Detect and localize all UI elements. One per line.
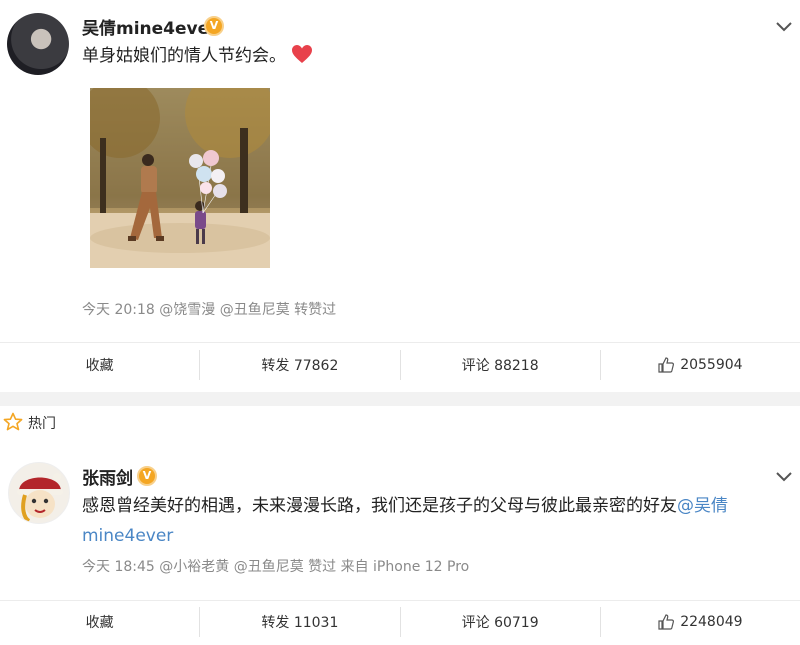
repost-label: 转发 77862 bbox=[261, 358, 339, 374]
mention-link-continued[interactable]: mine4ever bbox=[82, 526, 173, 546]
post-photo[interactable] bbox=[90, 88, 270, 268]
username[interactable]: 张雨剑 bbox=[82, 464, 133, 489]
favorite-button[interactable]: 收藏 bbox=[0, 607, 199, 637]
post-meta: 今天 18:45 @小裕老黄 @丑鱼尼莫 赞过 来自 iPhone 12 Pro bbox=[82, 559, 470, 575]
action-bar: 收藏 转发 77862 评论 88218 2055904 bbox=[0, 343, 800, 387]
repost-button[interactable]: 转发 11031 bbox=[199, 607, 399, 637]
favorite-button[interactable]: 收藏 bbox=[0, 350, 199, 380]
avatar[interactable] bbox=[8, 462, 70, 524]
chevron-down-icon[interactable] bbox=[774, 20, 794, 34]
avatar[interactable] bbox=[7, 13, 69, 75]
hot-label: 热门 bbox=[28, 416, 56, 432]
verified-badge-icon: V bbox=[137, 466, 157, 486]
avatar-cartoon-icon bbox=[17, 473, 63, 523]
repost-button[interactable]: 转发 77862 bbox=[199, 350, 399, 380]
post-text-body: 单身姑娘们的情人节约会。 bbox=[82, 46, 286, 66]
repost-label: 转发 11031 bbox=[261, 615, 339, 631]
post-1: 吴倩mine4ever V 单身姑娘们的情人节约会。 今天 20:18 @饶雪漫… bbox=[0, 0, 800, 384]
post-text: 单身姑娘们的情人节约会。 bbox=[82, 41, 313, 71]
star-icon bbox=[3, 412, 23, 431]
post-text: 感恩曾经美好的相遇，未来漫漫长路，我们还是孩子的父母与彼此最亲密的好友@吴倩 m… bbox=[82, 491, 782, 551]
thumbs-up-icon bbox=[658, 614, 675, 630]
comment-button[interactable]: 评论 88218 bbox=[399, 350, 600, 380]
photo-scene bbox=[90, 88, 270, 268]
like-count: 2248049 bbox=[680, 614, 743, 630]
thumbs-up-icon bbox=[658, 357, 675, 373]
comment-label: 评论 88218 bbox=[461, 358, 539, 374]
like-button[interactable]: 2055904 bbox=[599, 350, 800, 380]
hot-section-header: 热门 bbox=[0, 406, 800, 439]
favorite-label: 收藏 bbox=[85, 615, 114, 631]
like-button[interactable]: 2248049 bbox=[599, 607, 800, 637]
action-bar: 收藏 转发 11031 评论 60719 2248049 bbox=[0, 600, 800, 644]
heart-icon bbox=[292, 45, 313, 63]
post-meta: 今天 20:18 @饶雪漫 @丑鱼尼莫 转赞过 bbox=[82, 302, 337, 318]
username[interactable]: 吴倩mine4ever bbox=[82, 14, 218, 39]
mention-link[interactable]: @吴倩 bbox=[677, 496, 728, 516]
comment-label: 评论 60719 bbox=[461, 615, 539, 631]
like-count: 2055904 bbox=[680, 357, 743, 373]
post-text-body: 感恩曾经美好的相遇，未来漫漫长路，我们还是孩子的父母与彼此最亲密的好友 bbox=[82, 496, 677, 516]
favorite-label: 收藏 bbox=[85, 358, 114, 374]
chevron-down-icon[interactable] bbox=[774, 470, 794, 484]
section-separator bbox=[0, 392, 800, 406]
comment-button[interactable]: 评论 60719 bbox=[399, 607, 600, 637]
verified-badge-icon: V bbox=[204, 16, 224, 36]
